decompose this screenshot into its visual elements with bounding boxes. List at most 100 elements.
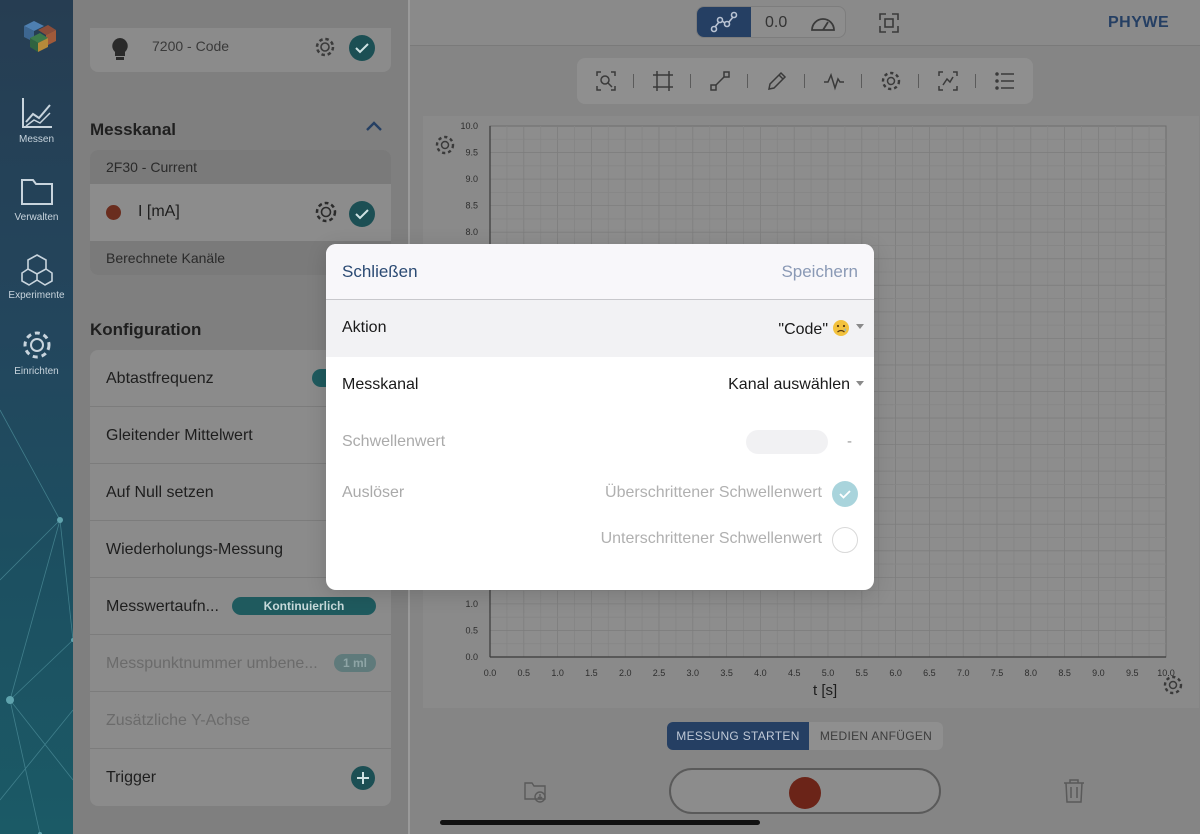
view-mode-switch[interactable]: 0.0 xyxy=(696,6,846,38)
channel-dropdown-icon[interactable] xyxy=(856,381,864,386)
close-button[interactable]: Schließen xyxy=(342,262,418,282)
trigger-above-radio xyxy=(832,481,858,507)
fit-curve-icon[interactable] xyxy=(937,70,959,92)
x-tick-label: 2.5 xyxy=(653,668,666,678)
channel-select[interactable]: Kanal auswählen xyxy=(728,376,850,394)
action-label: Aktion xyxy=(342,319,387,336)
config-row-y-achse: Zusätzliche Y-Achse xyxy=(90,692,391,749)
cubes-icon xyxy=(20,254,53,286)
list-icon[interactable] xyxy=(994,70,1016,92)
x-axis-settings-icon[interactable] xyxy=(1162,674,1184,696)
channel-active-check-icon[interactable] xyxy=(348,200,376,228)
channel-label: Messkanal xyxy=(342,376,419,393)
sad-face-icon xyxy=(833,320,849,336)
save-button[interactable]: Speichern xyxy=(781,262,858,282)
app-logo-icon xyxy=(24,21,56,52)
sensor-settings-icon[interactable] xyxy=(314,36,336,58)
fullscreen-icon[interactable] xyxy=(878,12,900,34)
chevron-up-icon[interactable] xyxy=(365,120,383,132)
record-button[interactable] xyxy=(669,768,941,814)
config-label: Auf Null setzen xyxy=(106,484,214,501)
sensor-card[interactable]: 7200 - Code xyxy=(90,28,391,72)
signal-icon[interactable] xyxy=(823,70,845,92)
trigger-dialog: Schließen Speichern Aktion "Code" Messka… xyxy=(326,244,874,590)
config-row-trigger[interactable]: Trigger xyxy=(90,749,391,806)
trigger-option-above: Überschrittener Schwellenwert xyxy=(605,484,822,501)
graph-mode-button[interactable] xyxy=(697,7,751,37)
top-bar: 0.0 PHYWE xyxy=(410,0,1200,46)
y-tick-label: 8.5 xyxy=(465,201,478,211)
action-dropdown-icon[interactable] xyxy=(856,324,864,329)
sensor-label: 7200 - Code xyxy=(152,38,230,54)
start-measurement-button[interactable]: MESSUNG STARTEN xyxy=(667,722,809,750)
x-tick-label: 1.5 xyxy=(585,668,598,678)
chart-line-icon xyxy=(21,98,52,128)
gear-icon xyxy=(23,331,50,359)
toolbar-separator xyxy=(975,74,976,88)
export-folder-icon[interactable] xyxy=(523,778,549,804)
nav-experimente[interactable]: Experimente xyxy=(0,252,73,301)
nav-label: Einrichten xyxy=(14,366,59,377)
x-tick-label: 9.5 xyxy=(1126,668,1139,678)
x-tick-label: 8.0 xyxy=(1025,668,1038,678)
config-label: Trigger xyxy=(106,769,157,786)
nav-label: Messen xyxy=(18,134,54,145)
chart-settings-icon[interactable] xyxy=(880,70,902,92)
folder-icon xyxy=(20,179,53,205)
config-label: Messwertaufn... xyxy=(106,598,219,615)
lightbulb-icon xyxy=(112,38,128,60)
config-label: Zusätzliche Y-Achse xyxy=(106,712,251,729)
action-row[interactable]: Aktion "Code" xyxy=(326,300,874,357)
threshold-label: Schwellenwert xyxy=(342,433,446,450)
nav-messen[interactable]: Messen xyxy=(0,96,73,145)
action-select[interactable]: "Code" xyxy=(778,319,850,339)
channel-color-dot xyxy=(106,205,121,220)
x-tick-label: 4.5 xyxy=(788,668,801,678)
konfiguration-title: Konfiguration xyxy=(90,320,202,339)
attach-media-button[interactable]: MEDIEN ANFÜGEN xyxy=(809,722,943,750)
y-tick-label: 9.0 xyxy=(465,174,478,184)
gauge-icon[interactable] xyxy=(809,13,837,33)
x-tick-label: 7.5 xyxy=(991,668,1004,678)
toolbar-separator xyxy=(690,74,691,88)
channel-row[interactable]: Messkanal Kanal auswählen xyxy=(326,357,874,414)
sensor-active-check-icon[interactable] xyxy=(348,34,376,62)
trigger-below-radio xyxy=(832,527,858,553)
config-badge: 1 ml xyxy=(334,654,376,672)
nav-einrichten[interactable]: Einrichten xyxy=(0,328,73,377)
y-axis-settings-icon[interactable] xyxy=(434,134,456,156)
y-tick-label: 1.0 xyxy=(465,599,478,609)
record-dot xyxy=(789,777,821,809)
measure-line-icon[interactable] xyxy=(709,70,731,92)
x-tick-label: 8.5 xyxy=(1058,668,1071,678)
zoom-select-icon[interactable] xyxy=(595,70,617,92)
config-label: Messpunktnummer umbene... xyxy=(106,655,318,672)
channel-name: I [mA] xyxy=(138,203,180,220)
nav-label: Experimente xyxy=(8,290,65,301)
y-tick-label: 10.0 xyxy=(460,121,478,131)
trigger-label: Auslöser xyxy=(342,484,405,501)
dialog-header: Schließen Speichern xyxy=(326,244,874,300)
y-tick-label: 9.5 xyxy=(465,148,478,158)
nav-verwalten[interactable]: Verwalten xyxy=(0,174,73,223)
y-tick-label: 8.0 xyxy=(465,227,478,237)
channel-settings-icon[interactable] xyxy=(314,200,338,224)
y-tick-label: 0.5 xyxy=(465,625,478,635)
config-label: Gleitender Mittelwert xyxy=(106,427,253,444)
threshold-input xyxy=(746,430,828,454)
action-value: "Code" xyxy=(778,321,828,338)
channel-row[interactable]: I [mA] xyxy=(90,184,391,241)
pencil-icon[interactable] xyxy=(766,70,788,92)
y-tick-label: 0.0 xyxy=(465,652,478,662)
brand-logo: PHYWE xyxy=(1108,14,1170,31)
x-tick-label: 0.0 xyxy=(484,668,497,678)
nav-label: Verwalten xyxy=(14,212,59,223)
value-display[interactable]: 0.0 xyxy=(765,14,787,32)
x-tick-label: 4.0 xyxy=(754,668,767,678)
navigation-rail: Messen Verwalten Experimente Einrichten xyxy=(0,0,73,834)
add-trigger-icon[interactable] xyxy=(350,765,376,791)
x-axis-label: t [s] xyxy=(813,682,838,699)
autoscale-icon[interactable] xyxy=(652,70,674,92)
messkanal-title: Messkanal xyxy=(90,120,176,139)
trash-icon[interactable] xyxy=(1062,778,1086,804)
